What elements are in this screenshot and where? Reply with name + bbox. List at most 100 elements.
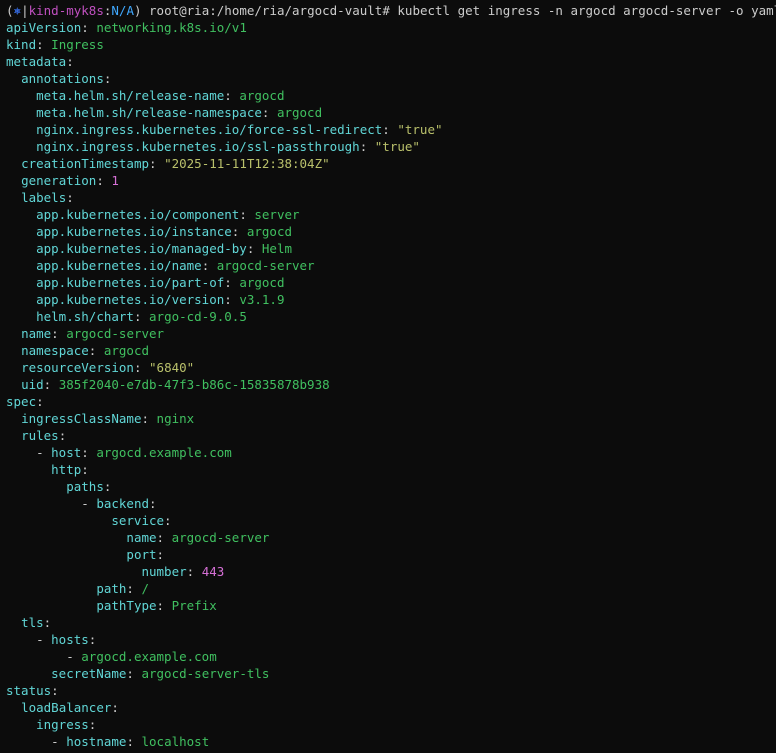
yaml-line: secretName: argocd-server-tls [0,665,776,682]
yaml-indent [6,139,36,154]
yaml-value: Helm [261,241,292,256]
yaml-value: argocd [276,105,323,120]
yaml-key: helm.sh/chart [36,309,134,324]
yaml-line: annotations: [0,70,776,87]
yaml-indent [6,530,126,545]
yaml-value: argocd-server [216,258,315,273]
yaml-key: app.kubernetes.io/instance [36,224,232,239]
yaml-indent [6,275,36,290]
yaml-key: generation [21,173,97,188]
yaml-key: app.kubernetes.io/component [36,207,240,222]
yaml-key: apiVersion [6,20,82,35]
yaml-separator: : [58,428,67,443]
yaml-line: meta.helm.sh/release-name: argocd [0,87,776,104]
yaml-indent [6,88,36,103]
yaml-key: name [126,530,157,545]
yaml-separator: : [231,224,247,239]
yaml-separator: : [164,513,172,528]
yaml-line: metadata: [0,53,776,70]
yaml-separator: : [51,683,59,698]
yaml-separator: : [126,666,142,681]
yaml-separator: : [246,241,262,256]
kubernetes-helm-icon: ⎈ [13,3,22,18]
yaml-separator: : [261,105,277,120]
yaml-line: name: argocd-server [0,529,776,546]
yaml-separator: : [88,343,104,358]
yaml-key: service [111,513,165,528]
yaml-indent [6,666,51,681]
yaml-separator: : [149,496,157,511]
yaml-key: app.kubernetes.io/name [36,258,202,273]
yaml-line: spec: [0,393,776,410]
yaml-value: argocd.example.com [96,445,232,460]
yaml-separator: : [66,54,74,69]
yaml-indent [6,581,96,596]
yaml-key: labels [21,190,67,205]
yaml-separator: : [126,581,142,596]
yaml-line: meta.helm.sh/release-namespace: argocd [0,104,776,121]
yaml-line: tls: [0,614,776,631]
yaml-value: server [254,207,300,222]
yaml-value: networking.k8s.io/v1 [96,20,247,35]
yaml-separator: : [66,190,74,205]
yaml-separator: : [88,632,97,647]
yaml-key: secretName [51,666,127,681]
yaml-value: argocd [239,88,285,103]
yaml-separator: : [43,615,52,630]
yaml-separator: : [224,88,240,103]
prompt-open-paren: ( [6,3,14,18]
yaml-separator: : [359,139,375,154]
yaml-indent [6,547,126,562]
yaml-separator: : [224,292,240,307]
yaml-key: kind [6,37,37,52]
yaml-value: "true" [374,139,420,154]
yaml-key: ingressClassName [21,411,142,426]
yaml-separator: : [96,173,112,188]
yaml-indent [6,564,141,579]
yaml-value: 443 [201,564,225,579]
yaml-separator: : [103,479,112,494]
yaml-line: app.kubernetes.io/name: argocd-server [0,257,776,274]
yaml-key: http [51,462,82,477]
yaml-indent [6,326,21,341]
yaml-value: / [141,581,150,596]
yaml-key: uid [21,377,44,392]
yaml-separator: : [156,547,165,562]
yaml-separator: : [201,258,217,273]
yaml-separator: : [133,309,150,324]
yaml-indent [6,122,36,137]
yaml-separator: : [186,564,202,579]
yaml-key: app.kubernetes.io/part-of [36,275,225,290]
yaml-separator: : [36,394,44,409]
yaml-indent: - [6,632,52,647]
yaml-indent [6,241,36,256]
yaml-separator: : [141,411,157,426]
yaml-line: creationTimestamp: "2025-11-11T12:38:04Z… [0,155,776,172]
yaml-line: namespace: argocd [0,342,776,359]
yaml-line: nginx.ingress.kubernetes.io/ssl-passthro… [0,138,776,155]
yaml-value: 1 [111,173,119,188]
yaml-key: hosts [51,632,89,647]
yaml-key: name [21,326,52,341]
yaml-indent [6,428,21,443]
yaml-indent [6,190,21,205]
yaml-separator: : [43,377,59,392]
yaml-line: path: / [0,580,776,597]
yaml-line: app.kubernetes.io/component: server [0,206,776,223]
yaml-key: number [141,564,187,579]
yaml-indent [6,292,36,307]
yaml-line: app.kubernetes.io/instance: argocd [0,223,776,240]
yaml-value: nginx [156,411,195,426]
terminal-window[interactable]: (⎈|kind-myk8s: N/A) root@ria:/home/ria/ar… [0,0,776,753]
yaml-indent [6,173,21,188]
yaml-line: - argocd.example.com [0,648,776,665]
yaml-value: argo-cd-9.0.5 [149,309,247,324]
yaml-indent [6,105,36,120]
yaml-separator: : [36,37,52,52]
yaml-line: resourceVersion: "6840" [0,359,776,376]
yaml-value: v3.1.9 [239,292,285,307]
yaml-line: generation: 1 [0,172,776,189]
yaml-line: nginx.ingress.kubernetes.io/force-ssl-re… [0,121,776,138]
yaml-key: ingress [36,717,89,732]
yaml-key: meta.helm.sh/release-namespace [36,105,262,120]
